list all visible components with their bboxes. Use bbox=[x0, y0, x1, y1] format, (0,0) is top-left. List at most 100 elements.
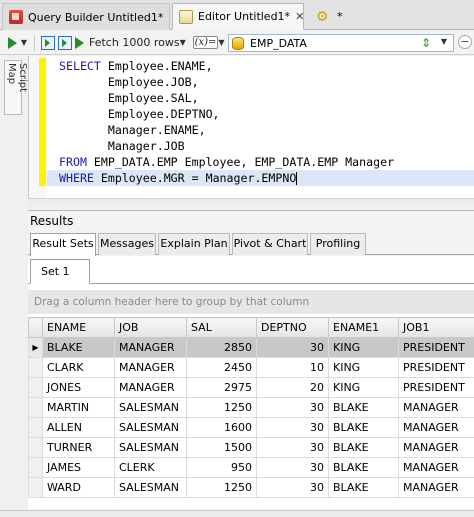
table-cell[interactable]: KING bbox=[328, 337, 399, 358]
table-row[interactable]: WARD SALESMAN 1250 30 BLAKE MANAGER bbox=[28, 477, 474, 498]
table-cell[interactable]: 10 bbox=[256, 357, 329, 378]
document-tab-bar: Query Builder Untitled1* Editor Untitled… bbox=[0, 0, 474, 30]
execute-dropdown[interactable]: ▼ bbox=[20, 34, 28, 52]
tab-set-1[interactable]: Set 1 bbox=[30, 259, 90, 284]
table-cell[interactable]: MARTIN bbox=[42, 397, 115, 418]
table-cell[interactable]: SALESMAN bbox=[114, 477, 187, 498]
table-row[interactable]: TURNER SALESMAN 1500 30 BLAKE MANAGER bbox=[28, 437, 474, 458]
table-cell[interactable]: WARD bbox=[42, 477, 115, 498]
column-header[interactable]: JOB1 bbox=[398, 317, 474, 338]
collapse-icon[interactable]: − bbox=[458, 35, 472, 49]
fetch-rows-select[interactable]: Fetch 1000 rows ▼ bbox=[87, 34, 190, 52]
current-row-indicator-icon[interactable]: ▶ bbox=[28, 337, 43, 358]
tab-other[interactable]: ⚙ * bbox=[310, 3, 350, 30]
table-cell[interactable]: MANAGER bbox=[114, 357, 187, 378]
tab-explain-plan[interactable]: Explain Plan bbox=[158, 233, 230, 255]
tab-label: Editor Untitled1* bbox=[198, 10, 291, 23]
table-cell[interactable]: BLAKE bbox=[328, 397, 399, 418]
tab-query-builder[interactable]: Query Builder Untitled1* bbox=[2, 3, 170, 30]
table-cell[interactable]: 1600 bbox=[186, 417, 257, 438]
table-row[interactable]: CLARK MANAGER 2450 10 KING PRESIDENT bbox=[28, 357, 474, 378]
execute-step-button[interactable] bbox=[41, 34, 55, 52]
refresh-icon[interactable]: ⇕ bbox=[421, 36, 431, 50]
table-row[interactable]: JAMES CLERK 950 30 BLAKE MANAGER bbox=[28, 457, 474, 478]
execute-selection-button[interactable] bbox=[58, 34, 72, 52]
table-cell[interactable]: BLAKE bbox=[328, 417, 399, 438]
table-cell[interactable]: 1500 bbox=[186, 437, 257, 458]
execute-fetch-button[interactable] bbox=[75, 34, 84, 52]
table-cell[interactable]: KING bbox=[328, 377, 399, 398]
table-cell[interactable]: 1250 bbox=[186, 397, 257, 418]
table-cell[interactable]: 30 bbox=[256, 437, 329, 458]
close-icon[interactable]: ✕ bbox=[295, 10, 304, 24]
column-header[interactable]: ENAME1 bbox=[328, 317, 399, 338]
table-cell[interactable]: 2850 bbox=[186, 337, 257, 358]
table-cell[interactable]: 1250 bbox=[186, 477, 257, 498]
table-cell[interactable]: MANAGER bbox=[114, 377, 187, 398]
row-indicator[interactable] bbox=[28, 437, 43, 458]
grid-header-row: ENAME JOB SAL DEPTNO ENAME1 JOB1 bbox=[28, 317, 474, 338]
row-indicator[interactable] bbox=[28, 457, 43, 478]
table-cell[interactable]: KING bbox=[328, 357, 399, 378]
table-cell[interactable]: ALLEN bbox=[42, 417, 115, 438]
table-cell[interactable]: CLERK bbox=[114, 457, 187, 478]
table-cell[interactable]: 30 bbox=[256, 477, 329, 498]
table-cell[interactable]: 2975 bbox=[186, 377, 257, 398]
column-header[interactable]: JOB bbox=[114, 317, 187, 338]
column-header[interactable]: ENAME bbox=[42, 317, 115, 338]
row-indicator[interactable] bbox=[28, 477, 43, 498]
table-cell[interactable]: BLAKE bbox=[42, 337, 115, 358]
table-cell[interactable]: BLAKE bbox=[328, 437, 399, 458]
table-cell[interactable]: JAMES bbox=[42, 457, 115, 478]
tab-pivot-chart[interactable]: Pivot & Chart bbox=[232, 233, 308, 255]
column-header[interactable]: SAL bbox=[186, 317, 257, 338]
table-cell[interactable]: BLAKE bbox=[328, 477, 399, 498]
table-cell[interactable]: MANAGER bbox=[398, 477, 474, 498]
tab-editor[interactable]: Editor Untitled1* ✕ bbox=[172, 3, 304, 30]
table-cell[interactable]: MANAGER bbox=[398, 437, 474, 458]
table-cell[interactable]: 30 bbox=[256, 417, 329, 438]
tab-messages[interactable]: Messages bbox=[98, 233, 156, 255]
table-cell[interactable]: PRESIDENT bbox=[398, 337, 474, 358]
table-row[interactable]: ▶ BLAKE MANAGER 2850 30 KING PRESIDENT bbox=[28, 337, 474, 358]
table-cell[interactable]: TURNER bbox=[42, 437, 115, 458]
table-cell[interactable]: MANAGER bbox=[398, 457, 474, 478]
results-grid[interactable]: ENAME JOB SAL DEPTNO ENAME1 JOB1 ▶ BLAKE M… bbox=[28, 317, 474, 498]
group-by-drop-area[interactable]: Drag a column header here to group by th… bbox=[28, 290, 474, 314]
row-indicator[interactable] bbox=[28, 417, 43, 438]
table-cell[interactable]: CLARK bbox=[42, 357, 115, 378]
table-row[interactable]: JONES MANAGER 2975 20 KING PRESIDENT bbox=[28, 377, 474, 398]
table-cell[interactable]: 950 bbox=[186, 457, 257, 478]
table-cell[interactable]: 20 bbox=[256, 377, 329, 398]
tab-profiling[interactable]: Profiling bbox=[310, 233, 366, 255]
row-indicator[interactable] bbox=[28, 377, 43, 398]
table-cell[interactable]: SALESMAN bbox=[114, 417, 187, 438]
tab-result-sets[interactable]: Result Sets bbox=[30, 233, 96, 256]
table-cell[interactable]: JONES bbox=[42, 377, 115, 398]
sql-editor[interactable]: SELECT Employee.ENAME, Employee.JOB, Emp… bbox=[28, 56, 474, 206]
table-cell[interactable]: SALESMAN bbox=[114, 437, 187, 458]
table-cell[interactable]: 30 bbox=[256, 457, 329, 478]
table-cell[interactable]: SALESMAN bbox=[114, 397, 187, 418]
table-cell[interactable]: 30 bbox=[256, 337, 329, 358]
row-indicator[interactable] bbox=[28, 397, 43, 418]
execute-button[interactable] bbox=[8, 34, 17, 52]
table-cell[interactable]: BLAKE bbox=[328, 457, 399, 478]
row-indicator[interactable] bbox=[28, 357, 43, 378]
table-row[interactable]: ALLEN SALESMAN 1600 30 BLAKE MANAGER bbox=[28, 417, 474, 438]
chevron-down-icon[interactable]: ▼ bbox=[441, 37, 447, 46]
editor-horizontal-scrollbar[interactable] bbox=[28, 198, 474, 206]
table-row[interactable]: MARTIN SALESMAN 1250 30 BLAKE MANAGER bbox=[28, 397, 474, 418]
table-cell[interactable]: 2450 bbox=[186, 357, 257, 378]
table-cell[interactable]: MANAGER bbox=[398, 397, 474, 418]
column-header[interactable]: DEPTNO bbox=[256, 317, 329, 338]
script-map-tab[interactable]: Script Map bbox=[4, 60, 28, 115]
connection-select[interactable]: EMP_DATA ⇕ ▼ bbox=[228, 34, 454, 52]
table-cell[interactable]: PRESIDENT bbox=[398, 377, 474, 398]
table-cell[interactable]: PRESIDENT bbox=[398, 357, 474, 378]
sql-code[interactable]: SELECT Employee.ENAME, Employee.JOB, Emp… bbox=[59, 58, 394, 186]
table-cell[interactable]: MANAGER bbox=[398, 417, 474, 438]
table-cell[interactable]: 30 bbox=[256, 397, 329, 418]
table-cell[interactable]: MANAGER bbox=[114, 337, 187, 358]
variables-button[interactable]: (x)= ▼ bbox=[192, 34, 227, 52]
